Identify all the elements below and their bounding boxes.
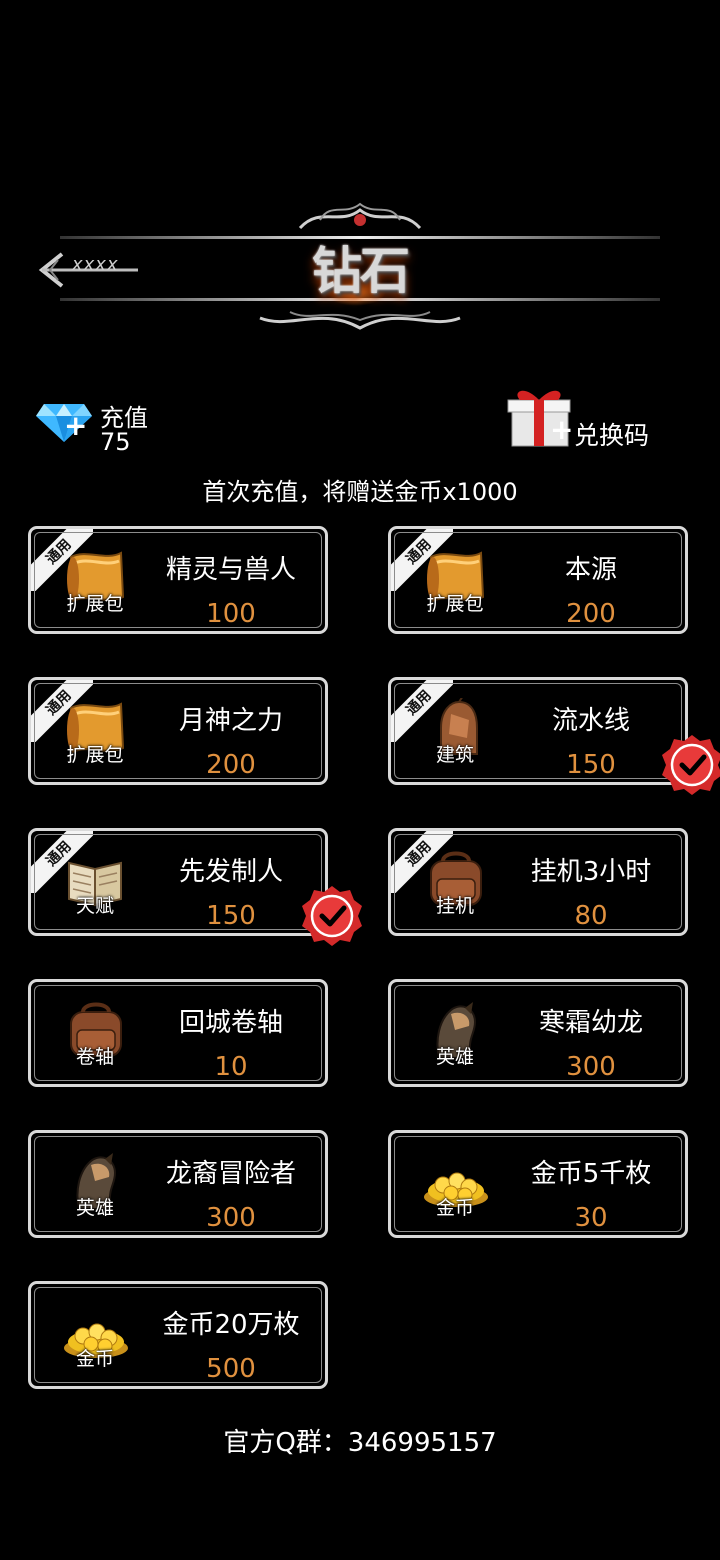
shop-item-card[interactable]: 卷轴 回城卷轴 10 (28, 979, 328, 1087)
redeem-code-label: 兑换码 (574, 421, 650, 450)
item-category: 扩展包 (426, 593, 484, 615)
page-title: 钻石 (312, 242, 410, 300)
item-name: 金币20万枚 (162, 1310, 300, 1340)
item-name: 回城卷轴 (178, 1008, 283, 1038)
shop-item-card[interactable]: 金币 金币20万枚 500 (28, 1281, 328, 1389)
item-category: 卷轴 (75, 1046, 114, 1068)
item-name: 本源 (564, 555, 617, 585)
shop-item-card[interactable]: 通用 扩展包 月神之力 200 (28, 677, 328, 785)
item-category: 天赋 (75, 895, 114, 917)
item-category: 建筑 (435, 744, 474, 766)
shop-item-card[interactable]: 通用 扩展包 精灵与兽人 100 (28, 526, 328, 634)
shop-item-card[interactable]: 通用 天赋 先发制人 150 (28, 828, 328, 936)
recharge-button[interactable]: + 充值 75 (34, 396, 184, 460)
item-price: 150 (566, 750, 616, 780)
item-name: 流水线 (551, 706, 630, 736)
item-price: 10 (214, 1052, 248, 1082)
item-name: 金币5千枚 (530, 1159, 652, 1189)
item-price: 200 (566, 599, 616, 629)
item-price: 500 (206, 1354, 256, 1384)
back-label: xxxx (72, 254, 119, 275)
item-category: 扩展包 (66, 593, 124, 615)
back-button[interactable]: xxxx (38, 248, 148, 292)
shop-item-card[interactable]: 通用 挂机 挂机3小时 80 (388, 828, 688, 936)
item-price: 150 (206, 901, 256, 931)
item-price: 80 (574, 901, 608, 931)
first-recharge-promo: 首次充值，将赠送金币x1000 (202, 478, 518, 506)
shop-item-card[interactable]: 英雄 寒霜幼龙 300 (388, 979, 688, 1087)
item-category: 扩展包 (66, 744, 124, 766)
purchased-check-icon (300, 884, 364, 948)
item-category: 英雄 (75, 1197, 114, 1219)
add-icon: + (550, 413, 574, 446)
item-price: 200 (206, 750, 256, 780)
item-name: 挂机3小时 (530, 857, 652, 887)
item-price: 300 (566, 1052, 616, 1082)
item-name: 龙裔冒险者 (165, 1159, 296, 1189)
shop-item-card[interactable]: 通用 建筑 流水线 150 (388, 677, 688, 785)
purchased-check-icon (660, 733, 720, 797)
diamond-count: 75 (100, 428, 131, 456)
shop-page: xxxx 钻石 + 充值 75 + 兑换码 首次充值，将赠送金币x1000 通用… (0, 0, 720, 1560)
qq-group-info: 官方Q群：346995157 (223, 1428, 497, 1458)
item-name: 精灵与兽人 (165, 555, 296, 585)
item-name: 寒霜幼龙 (538, 1008, 643, 1038)
shop-item-card[interactable]: 金币 金币5千枚 30 (388, 1130, 688, 1238)
item-price: 100 (206, 599, 256, 629)
item-price: 30 (574, 1203, 608, 1233)
item-category: 英雄 (435, 1046, 474, 1068)
item-category: 金币 (435, 1197, 474, 1219)
item-category: 金币 (75, 1348, 114, 1370)
item-name: 先发制人 (178, 857, 283, 887)
item-name: 月神之力 (178, 706, 283, 736)
shop-item-card[interactable]: 英雄 龙裔冒险者 300 (28, 1130, 328, 1238)
item-price: 300 (206, 1203, 256, 1233)
add-icon: + (64, 409, 88, 442)
redeem-code-button[interactable]: + 兑换码 (506, 384, 686, 452)
shop-item-card[interactable]: 通用 扩展包 本源 200 (388, 526, 688, 634)
item-category: 挂机 (435, 895, 474, 917)
